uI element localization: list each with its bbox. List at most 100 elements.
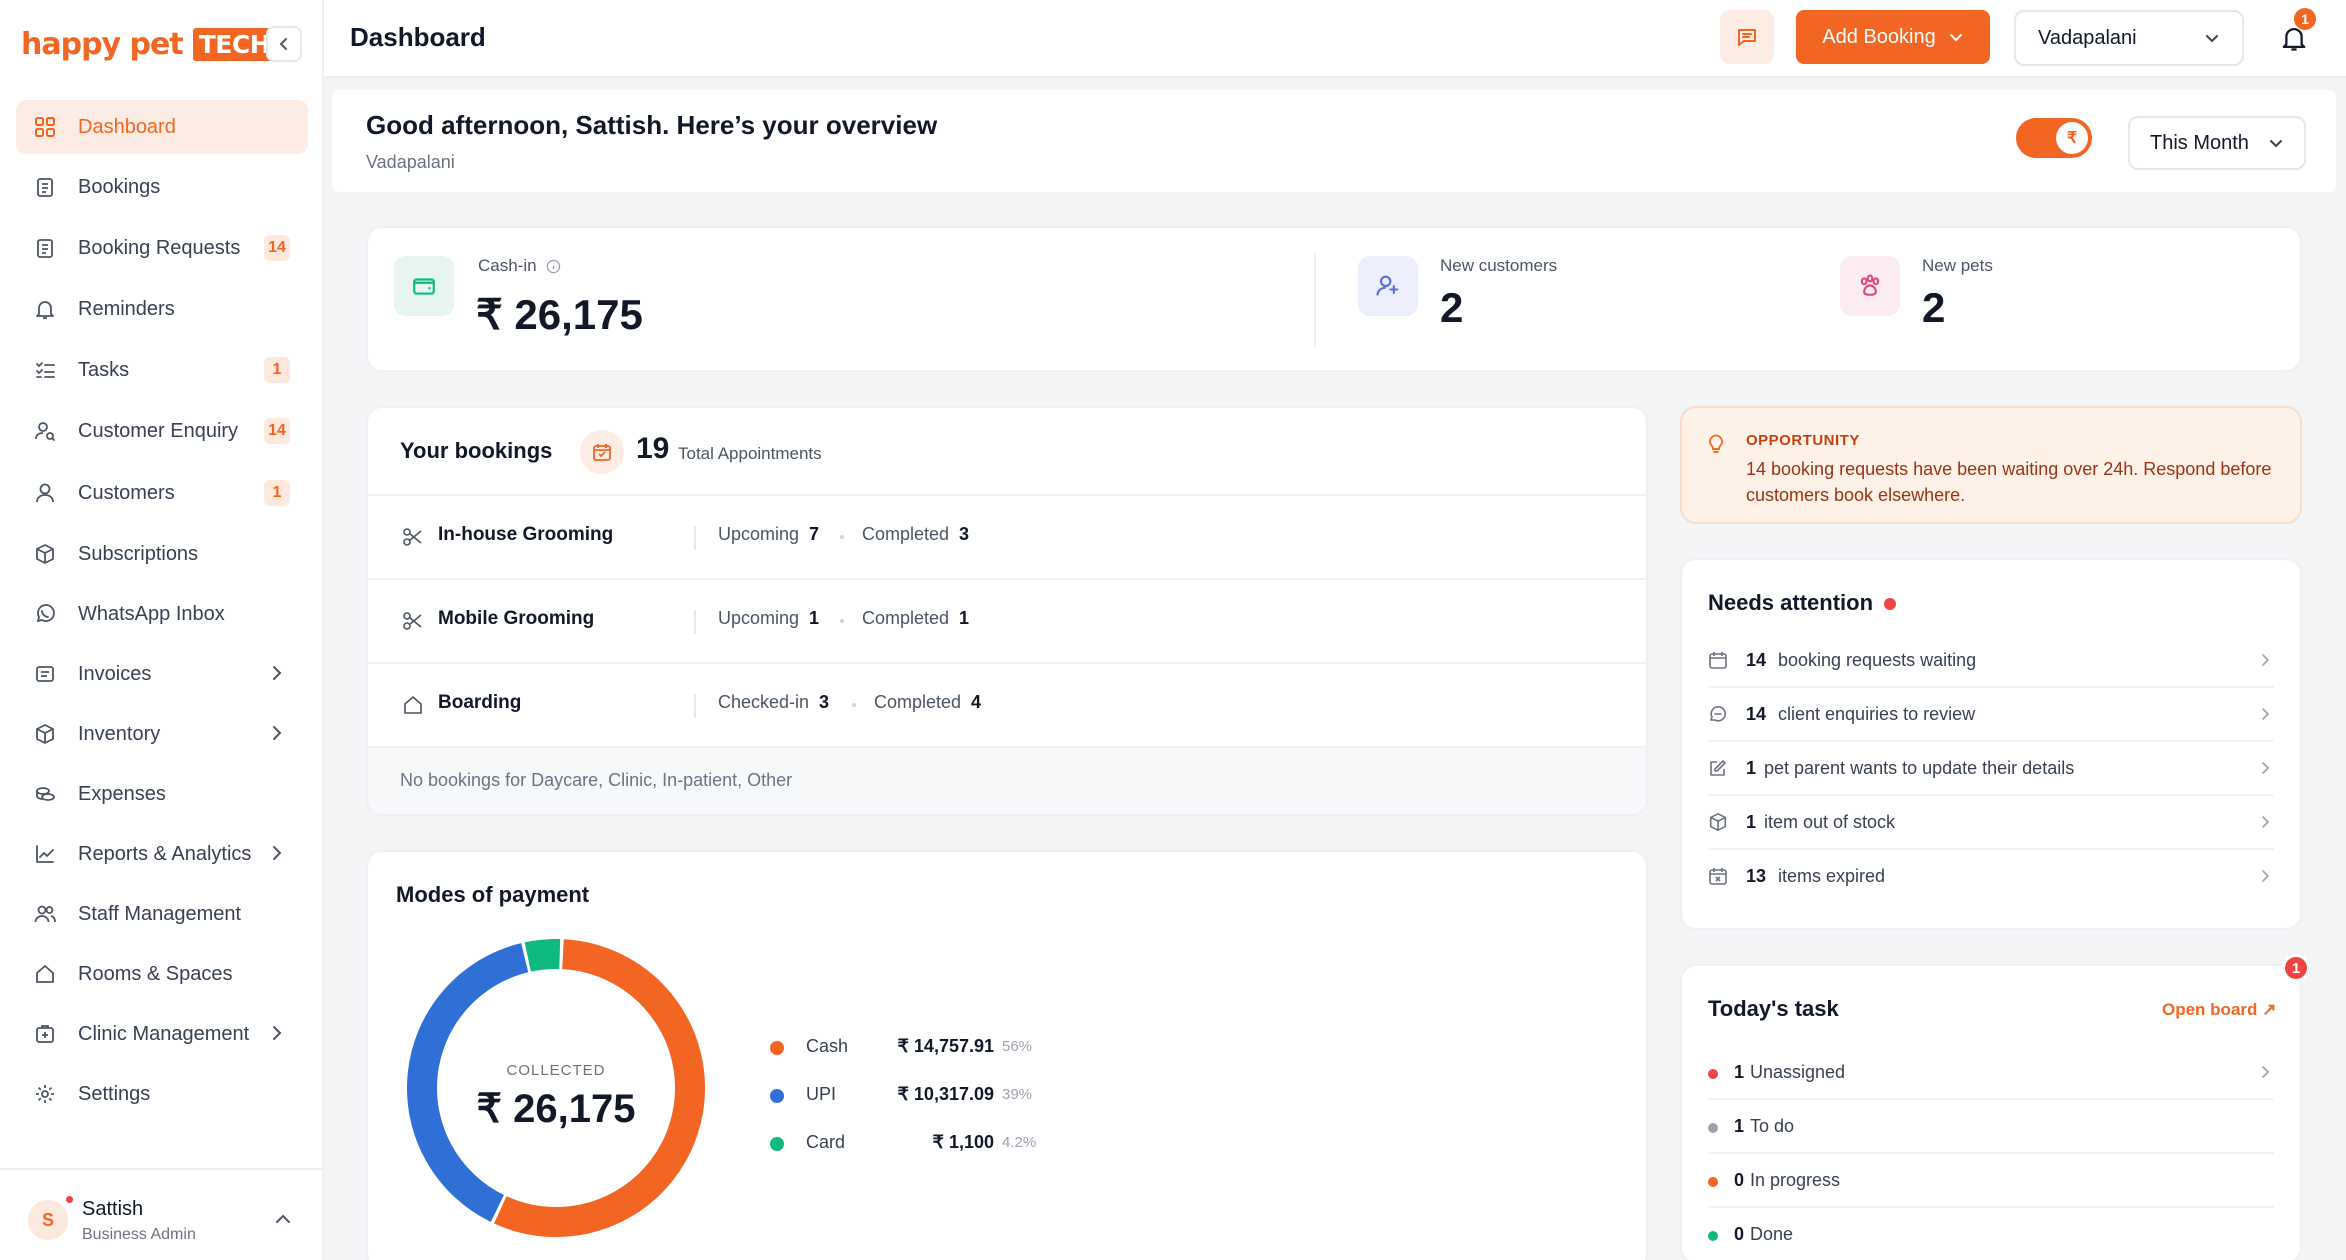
no-bookings-note: No bookings for Daycare, Clinic, In-pati… [400, 770, 793, 790]
attention-item[interactable]: 1 pet parent wants to update their detai… [1708, 742, 2274, 796]
legend-dot [770, 1089, 784, 1103]
sidebar-item-booking-requests[interactable]: Booking Requests 14 [16, 221, 308, 275]
chevron-right-icon [268, 724, 286, 742]
sidebar-item-label: Subscriptions [78, 542, 199, 565]
sidebar-item-label: WhatsApp Inbox [78, 602, 225, 625]
donut-slice-card[interactable] [524, 939, 561, 972]
attention-item[interactable]: 14 client enquiries to review [1708, 688, 2274, 742]
legend-name: Card [806, 1132, 846, 1152]
legend-name: UPI [806, 1084, 837, 1104]
sidebar-item-invoices[interactable]: Invoices [16, 647, 308, 701]
sidebar-item-tasks[interactable]: Tasks 1 [16, 343, 308, 397]
legend-dot [770, 1137, 784, 1151]
collapse-sidebar-button[interactable] [266, 26, 302, 62]
new-pets-label: New pets [1922, 256, 1993, 275]
top-header: Dashboard Add Booking Vadapalani 1 [324, 0, 2346, 78]
period-select[interactable]: This Month [2128, 116, 2306, 170]
task-status-row[interactable]: 0 Done [1708, 1208, 2274, 1260]
sidebar-item-customers[interactable]: Customers 1 [16, 466, 308, 520]
legend-percent: 56% [1002, 1038, 1033, 1055]
attention-item[interactable]: 1 item out of stock [1708, 796, 2274, 850]
profile-menu[interactable]: S Sattish Business Admin [0, 1168, 322, 1260]
count-badge: 14 [264, 235, 290, 261]
booking-service-name: Boarding [438, 692, 522, 713]
task-status-row[interactable]: 0 In progress [1708, 1154, 2274, 1208]
attention-text: item out of stock [1764, 812, 1896, 832]
booking-row-mobile-grooming[interactable]: Mobile Grooming Upcoming 1 Completed 1 [368, 578, 1646, 662]
attention-item[interactable]: 13 items expired [1708, 850, 2274, 904]
chevron-right-icon [2258, 868, 2274, 884]
attention-item[interactable]: 14 booking requests waiting [1708, 634, 2274, 688]
whatsapp-icon [32, 601, 58, 627]
sidebar-item-label: Rooms & Spaces [78, 962, 233, 985]
brand-logo[interactable]: happy pet TECH [21, 24, 277, 64]
user-search-icon [32, 418, 58, 444]
booking-service-name: In-house Grooming [438, 524, 614, 545]
sidebar-item-expenses[interactable]: Expenses [16, 767, 308, 821]
attention-count: 1 [1746, 812, 1757, 832]
chevron-right-icon [2258, 652, 2274, 668]
donut-slice-upi[interactable] [407, 943, 529, 1222]
task-status-row[interactable]: 1 Unassigned [1708, 1046, 2274, 1100]
status-dot [1708, 1231, 1718, 1241]
modes-of-payment-card: Modes of payment COLLECTED ₹ 26,175 Cash… [366, 850, 1648, 1260]
sidebar-item-customer-enquiry[interactable]: Customer Enquiry 14 [16, 404, 308, 458]
sidebar-item-label: Invoices [78, 662, 152, 685]
task-status-label: In progress [1750, 1170, 1841, 1190]
chevron-down-icon [2206, 35, 2218, 43]
chevron-right-icon [268, 664, 286, 682]
attention-text: booking requests waiting [1778, 650, 1977, 670]
alert-dot [1884, 598, 1896, 610]
sidebar-item-label: Tasks [78, 358, 130, 381]
status-dot [1708, 1123, 1718, 1133]
sidebar-item-label: Settings [78, 1082, 151, 1105]
chevron-left-icon [280, 38, 287, 50]
opportunity-banner[interactable]: OPPORTUNITY 14 booking requests have bee… [1680, 406, 2302, 524]
stat-value: 7 [809, 524, 820, 544]
sidebar-item-staff-management[interactable]: Staff Management [16, 887, 308, 941]
home-icon [402, 694, 424, 716]
chevron-right-icon [2258, 706, 2274, 722]
edit-icon [1708, 758, 1728, 778]
sidebar-item-subscriptions[interactable]: Subscriptions [16, 527, 308, 581]
sidebar-item-label: Booking Requests [78, 236, 241, 259]
add-booking-button[interactable]: Add Booking [1796, 10, 1990, 64]
sidebar-item-reports-analytics[interactable]: Reports & Analytics [16, 827, 308, 881]
status-dot [64, 1194, 75, 1205]
currency-toggle[interactable]: ₹ [2016, 118, 2092, 158]
branch-select[interactable]: Vadapalani [2014, 10, 2244, 66]
status-dot [1708, 1177, 1718, 1187]
chevron-right-icon [2258, 760, 2274, 776]
chevron-down-icon [1949, 34, 1962, 42]
stat-label: Completed [862, 608, 950, 628]
stat-value: 4 [971, 692, 982, 712]
sidebar-item-settings[interactable]: Settings [16, 1067, 308, 1121]
sidebar-item-clinic-management[interactable]: Clinic Management [16, 1007, 308, 1061]
legend-name: Cash [806, 1036, 849, 1056]
sidebar-item-bookings[interactable]: Bookings [16, 160, 308, 214]
chat-icon [1708, 704, 1728, 724]
sidebar-item-dashboard[interactable]: Dashboard [16, 100, 308, 154]
booking-row-inhouse-grooming[interactable]: In-house Grooming Upcoming 7 Completed 3 [368, 494, 1646, 578]
divider [694, 610, 696, 634]
sidebar-item-inventory[interactable]: Inventory [16, 707, 308, 761]
message-icon [1738, 29, 1756, 46]
stats-card: Cash-in ₹ 26,175 New customers 2 New pet… [366, 226, 2302, 372]
sidebar-item-reminders[interactable]: Reminders [16, 282, 308, 336]
task-status-row[interactable]: 1 To do [1708, 1100, 2274, 1154]
legend-item-upi: UPI ₹ 10,317.09 39% [770, 1080, 1070, 1110]
todays-task-title: Today's task [1708, 996, 1839, 1021]
task-count-badge: 1 [2282, 954, 2310, 982]
task-count: 0 [1734, 1224, 1745, 1244]
open-board-link[interactable]: Open board ↗ [2162, 1000, 2276, 1020]
legend-amount: ₹ 1,100 [932, 1132, 995, 1152]
info-icon[interactable] [546, 259, 561, 274]
box-icon [32, 541, 58, 567]
sidebar-item-rooms-spaces[interactable]: Rooms & Spaces [16, 947, 308, 1001]
sidebar-item-whatsapp-inbox[interactable]: WhatsApp Inbox [16, 587, 308, 641]
greeting-branch: Vadapalani [366, 152, 455, 172]
booking-row-boarding[interactable]: Boarding Checked-in 3 Completed 4 [368, 662, 1646, 746]
messages-button[interactable] [1720, 10, 1774, 64]
receipt-icon [32, 661, 58, 687]
stat-label: Upcoming [718, 608, 800, 628]
